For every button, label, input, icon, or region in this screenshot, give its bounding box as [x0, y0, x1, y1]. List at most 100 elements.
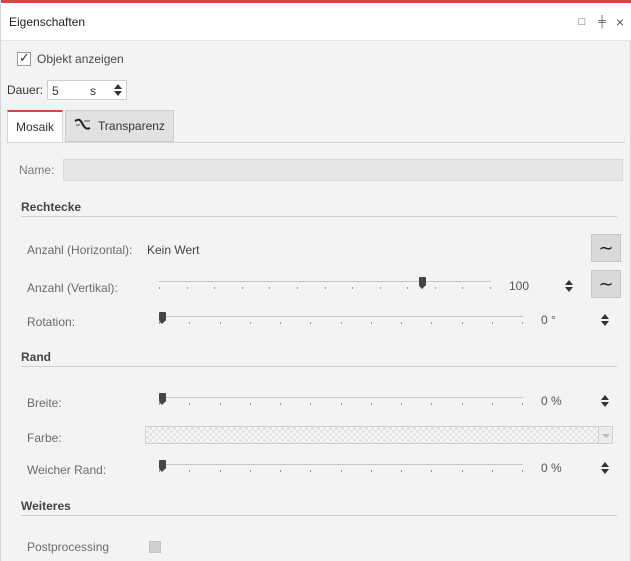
slider-tick	[371, 470, 372, 472]
tab-bar: Mosaik Transparenz	[7, 110, 174, 142]
chevron-down-icon[interactable]	[601, 321, 609, 326]
breite-input[interactable]: 0 %	[535, 391, 615, 411]
duration-label: Dauer:	[7, 83, 44, 97]
chevron-up-icon[interactable]	[565, 280, 573, 285]
slider-tick	[220, 403, 221, 405]
slider-tick	[401, 403, 402, 405]
weicher-rand-input[interactable]: 0 %	[535, 458, 615, 478]
slider-tick	[401, 322, 402, 324]
postprocessing-checkbox[interactable]	[149, 541, 161, 553]
duration-input[interactable]: 5 s	[47, 80, 128, 100]
chevron-up-icon[interactable]	[601, 314, 609, 319]
slider-tick	[250, 322, 251, 324]
slider-tick	[522, 470, 523, 472]
rotation-input[interactable]: 0 °	[535, 310, 615, 330]
chevron-up-icon[interactable]	[114, 84, 123, 89]
slider-tick	[431, 403, 432, 405]
close-icon[interactable]: ×	[613, 15, 627, 29]
slider-tick	[380, 287, 381, 289]
slider-tick	[214, 287, 215, 289]
slider-tick	[242, 287, 243, 289]
breite-slider[interactable]	[159, 393, 523, 407]
chevron-up-icon[interactable]	[601, 462, 609, 467]
horizontal-count-value: Kein Wert	[147, 243, 200, 257]
slider-tick	[462, 403, 463, 405]
transparency-icon	[74, 118, 92, 135]
slider-tick	[435, 287, 436, 289]
slider-tick	[187, 287, 188, 289]
duration-spinner[interactable]	[114, 82, 124, 98]
name-label: Name:	[19, 163, 55, 177]
show-object-row[interactable]: ✓ Objekt anzeigen	[17, 50, 124, 68]
slider-handle[interactable]	[159, 393, 166, 405]
pin-icon[interactable]: ╪	[595, 15, 609, 29]
vertical-count-spinner[interactable]	[565, 278, 575, 294]
name-row: Name:	[19, 159, 623, 181]
slider-tick	[462, 470, 463, 472]
maximize-icon[interactable]: □	[575, 15, 589, 29]
slider-handle[interactable]	[419, 277, 426, 289]
slider-tick	[462, 322, 463, 324]
section-divider	[21, 216, 617, 217]
farbe-label: Farbe:	[27, 431, 62, 445]
section-title-rechtecke: Rechtecke	[21, 200, 82, 214]
checkmark-icon: ✓	[19, 50, 30, 65]
weicher-rand-slider[interactable]	[159, 460, 523, 474]
color-dropdown[interactable]	[599, 426, 613, 444]
slider-track	[159, 281, 491, 282]
duration-value: 5	[52, 84, 59, 98]
slider-tick	[492, 322, 493, 324]
vertical-count-value: 100	[509, 279, 530, 293]
slider-tick	[269, 287, 270, 289]
vertical-count-slider[interactable]	[159, 277, 491, 291]
slider-tick	[250, 403, 251, 405]
slider-tick	[352, 287, 353, 289]
weicher-rand-value: 0 %	[541, 461, 562, 475]
weicher-rand-label: Weicher Rand:	[27, 463, 107, 477]
slider-tick	[371, 403, 372, 405]
slider-tick	[341, 470, 342, 472]
chevron-down-icon[interactable]	[565, 287, 573, 292]
tab-transparenz[interactable]: Transparenz	[65, 110, 174, 142]
breite-value: 0 %	[541, 394, 562, 408]
tab-mosaik[interactable]: Mosaik	[7, 110, 64, 142]
color-picker[interactable]	[145, 426, 599, 444]
chevron-down-icon[interactable]	[114, 91, 123, 96]
chevron-down-icon[interactable]	[601, 402, 609, 407]
slider-handle[interactable]	[159, 312, 166, 324]
curve-icon: ∼	[598, 274, 614, 294]
weicher-rand-spinner[interactable]	[601, 460, 611, 476]
show-object-checkbox[interactable]: ✓	[17, 50, 31, 66]
panel-title: Eigenschaften	[9, 15, 86, 29]
curve-vertical-button[interactable]: ∼	[591, 270, 621, 298]
slider-tick	[280, 322, 281, 324]
curve-horizontal-button[interactable]: ∼	[591, 234, 621, 262]
slider-tick	[159, 470, 160, 472]
slider-tick	[522, 403, 523, 405]
slider-tick	[325, 287, 326, 289]
duration-row: Dauer: 5 s	[7, 80, 128, 100]
vertical-count-label: Anzahl (Vertikal):	[27, 281, 118, 295]
rotation-value: 0 °	[541, 313, 556, 327]
slider-tick	[341, 403, 342, 405]
slider-tick	[431, 470, 432, 472]
panel-titlebar: Eigenschaften □ ╪ ×	[1, 3, 631, 41]
rotation-spinner[interactable]	[601, 312, 611, 328]
breite-spinner[interactable]	[601, 393, 611, 409]
slider-tick	[220, 322, 221, 324]
rotation-slider[interactable]	[159, 312, 523, 326]
tab-mosaik-label: Mosaik	[16, 120, 55, 134]
chevron-down-icon[interactable]	[601, 469, 609, 474]
section-title-weiteres: Weiteres	[21, 499, 71, 513]
slider-tick	[220, 470, 221, 472]
slider-tick	[407, 287, 408, 289]
slider-tick	[159, 403, 160, 405]
slider-handle[interactable]	[159, 460, 166, 472]
curve-icon: ∼	[598, 238, 614, 258]
mosaik-content: Name: Rechtecke Anzahl (Horizontal): Kei…	[7, 142, 625, 561]
vertical-count-input[interactable]: 100	[503, 276, 581, 296]
name-field[interactable]	[63, 159, 623, 181]
slider-tick	[159, 322, 160, 324]
chevron-up-icon[interactable]	[601, 395, 609, 400]
slider-track	[159, 464, 523, 465]
